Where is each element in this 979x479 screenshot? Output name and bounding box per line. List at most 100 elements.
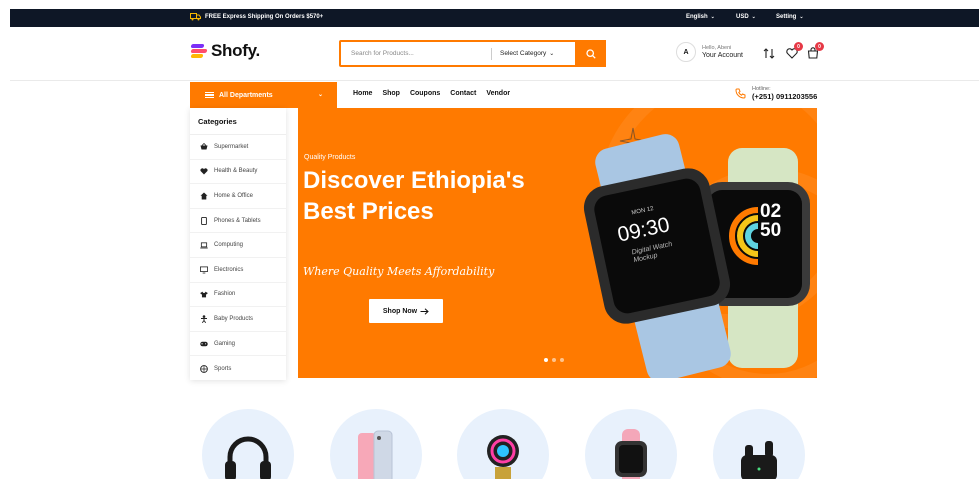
sidebar-item-label: Home & Office <box>214 192 253 199</box>
smartwatch-icon <box>615 429 647 479</box>
truck-icon <box>190 13 201 21</box>
slide-dot[interactable] <box>552 358 556 362</box>
shipping-text: FREE Express Shipping On Orders $570+ <box>205 14 324 20</box>
sidebar-item-supermarket[interactable]: Supermarket <box>190 135 286 160</box>
sidebar-item-sports[interactable]: Sports <box>190 356 286 381</box>
hero-banner: Quality Products Discover Ethiopia's Bes… <box>298 108 817 378</box>
chevron-down-icon: ⌄ <box>710 14 715 20</box>
currency-selector[interactable]: USD ⌄ <box>736 14 756 20</box>
search-input[interactable]: Search for Products... <box>351 50 491 57</box>
logo[interactable]: Shofy. <box>190 41 260 61</box>
sidebar-item-label: Supermarket <box>214 143 249 150</box>
account-menu[interactable]: A Hello, Abeni Your Account <box>676 42 743 62</box>
wishlist-count-badge: 0 <box>794 42 803 51</box>
chevron-down-icon: ⌄ <box>317 92 323 98</box>
category-circle-headphones[interactable] <box>202 409 294 479</box>
sidebar-item-health-beauty[interactable]: Health & Beauty <box>190 160 286 185</box>
all-departments-label: All Departments <box>219 91 273 99</box>
sidebar-item-phones-tablets[interactable]: Phones & Tablets <box>190 209 286 234</box>
hotline[interactable]: Hotline: (+251) 0911203556 <box>735 86 817 101</box>
categories-title: Categories <box>190 108 286 135</box>
heart-icon <box>200 167 208 175</box>
site-header: Shofy. Search for Products... Select Cat… <box>10 27 979 81</box>
ball-icon <box>200 364 208 373</box>
sidebar-item-label: Computing <box>214 242 244 249</box>
sidebar-item-gaming[interactable]: Gaming <box>190 332 286 357</box>
sidebar-item-home-office[interactable]: Home & Office <box>190 184 286 209</box>
category-sidebar: Categories Supermarket Health & Beauty H… <box>190 108 286 380</box>
main-nav: Home Shop Coupons Contact Vendor <box>353 90 510 97</box>
search-button[interactable] <box>575 40 606 67</box>
shop-now-button[interactable]: Shop Now <box>369 299 443 323</box>
basket-icon <box>200 143 208 151</box>
shop-now-label: Shop Now <box>382 307 418 315</box>
search-divider <box>491 47 492 60</box>
avatar: A <box>676 42 696 62</box>
monitor-icon <box>200 266 208 274</box>
search-icon <box>585 48 596 59</box>
slide-dot[interactable] <box>560 358 564 362</box>
hotline-number: (+251) 0911203556 <box>752 92 818 101</box>
watch-left-date: MON 12 <box>631 205 655 217</box>
sidebar-item-computing[interactable]: Computing <box>190 233 286 258</box>
sidebar-item-label: Fashion <box>214 291 236 298</box>
account-label: Your Account <box>702 52 743 59</box>
chevron-down-icon: ⌄ <box>751 14 756 20</box>
sidebar-item-baby-products[interactable]: Baby Products <box>190 307 286 332</box>
sidebar-item-electronics[interactable]: Electronics <box>190 258 286 283</box>
sidebar-item-label: Gaming <box>214 340 236 347</box>
sidebar-item-label: Baby Products <box>214 315 254 322</box>
nav-link-coupons[interactable]: Coupons <box>410 90 440 97</box>
wishlist-button[interactable]: 0 <box>786 42 803 60</box>
slide-dot[interactable] <box>544 358 548 362</box>
shirt-icon <box>200 290 208 298</box>
home-icon <box>200 192 208 200</box>
laptop-icon <box>200 241 208 249</box>
nav-link-contact[interactable]: Contact <box>450 90 476 97</box>
earbuds-icon <box>741 441 777 479</box>
top-bar: FREE Express Shipping On Orders $570+ En… <box>10 9 979 27</box>
setting-selector[interactable]: Setting ⌄ <box>776 14 804 20</box>
hero-tagline: Where Quality Meets Affordability <box>303 265 495 278</box>
cart-button[interactable]: 0 <box>807 42 824 60</box>
all-departments-button[interactable]: All Departments ⌄ <box>190 82 337 108</box>
headphones-icon <box>225 436 271 479</box>
category-circle-smartphone[interactable] <box>330 409 422 479</box>
logo-text: Shofy. <box>211 41 260 60</box>
arrow-right-icon <box>420 307 429 315</box>
category-circle-cpu-cooler[interactable] <box>457 409 549 479</box>
sidebar-item-label: Electronics <box>214 266 244 273</box>
shipping-notice: FREE Express Shipping On Orders $570+ <box>190 13 323 21</box>
sidebar-item-label: Health & Beauty <box>214 168 258 175</box>
watch-right-hour: 02 <box>760 201 782 222</box>
sidebar-item-fashion[interactable]: Fashion <box>190 283 286 308</box>
compare-icon <box>763 47 775 59</box>
gamepad-icon <box>200 340 208 348</box>
hero-eyebrow: Quality Products <box>304 154 356 161</box>
watch-right-minute: 50 <box>760 220 782 241</box>
menu-icon <box>205 90 214 100</box>
sidebar-item-label: Phones & Tablets <box>214 217 261 224</box>
baby-icon <box>200 315 208 323</box>
cart-count-badge: 0 <box>815 42 824 51</box>
nav-link-home[interactable]: Home <box>353 90 372 97</box>
category-select[interactable]: Select Category ⌄ <box>500 50 554 57</box>
smartphone-icon <box>358 430 393 479</box>
hero-heading: Discover Ethiopia's Best Prices <box>303 167 525 225</box>
logo-mark-icon <box>190 44 208 58</box>
sidebar-item-label: Sports <box>214 365 232 372</box>
slider-pagination <box>544 358 564 362</box>
phone-call-icon <box>735 88 746 99</box>
account-greeting: Hello, Abeni <box>702 45 732 51</box>
chevron-down-icon: ⌄ <box>549 51 555 57</box>
chevron-down-icon: ⌄ <box>799 14 804 20</box>
nav-link-shop[interactable]: Shop <box>382 90 400 97</box>
cpu-cooler-icon <box>487 435 519 479</box>
nav-link-vendor[interactable]: Vendor <box>486 90 510 97</box>
phone-icon <box>200 216 208 225</box>
search-bar: Search for Products... Select Category ⌄ <box>339 40 606 67</box>
category-circle-smartwatch[interactable] <box>585 409 677 479</box>
category-circle-earbuds[interactable] <box>713 409 805 479</box>
language-selector[interactable]: English ⌄ <box>686 14 715 20</box>
compare-button[interactable] <box>763 46 775 60</box>
